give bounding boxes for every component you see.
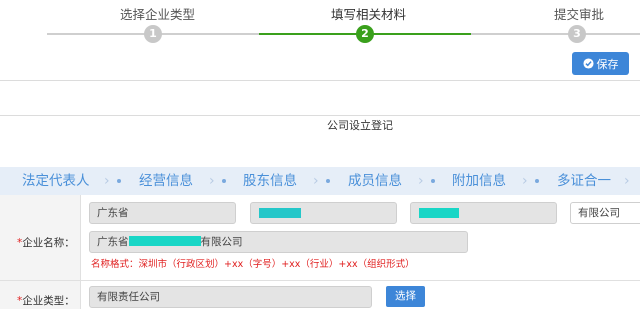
chevron-right-icon: › bbox=[624, 173, 630, 189]
org-form-field[interactable]: 有限公司 bbox=[570, 202, 640, 224]
step-3-label: 提交审批 bbox=[554, 7, 605, 22]
company-type-field[interactable]: 有限责任公司 bbox=[89, 286, 372, 308]
brand-name-field[interactable] bbox=[250, 202, 397, 224]
full-name-suffix: 有限公司 bbox=[200, 236, 243, 248]
chevron-right-icon: › bbox=[209, 173, 215, 189]
step-1-label: 选择企业类型 bbox=[120, 7, 196, 22]
dot-icon bbox=[326, 179, 330, 183]
divider bbox=[0, 80, 640, 81]
name-format-hint: 名称格式：深圳市（行政区划）+xx（字号）+xx（行业）+xx（组织形式） bbox=[91, 259, 415, 270]
chevron-right-icon: › bbox=[104, 173, 110, 189]
redaction bbox=[419, 208, 459, 218]
tab-additional-info[interactable]: 附加信息 bbox=[452, 167, 506, 195]
step-line-3 bbox=[471, 33, 640, 35]
step-1-number: 1 bbox=[144, 25, 162, 43]
full-company-name-field[interactable]: 广东省 有限公司 bbox=[89, 231, 468, 253]
tab-business-info[interactable]: 经营信息 bbox=[139, 167, 193, 195]
tab-multi-cert[interactable]: 多证合一 bbox=[557, 167, 611, 195]
dot-icon bbox=[222, 179, 226, 183]
full-name-prefix: 广东省 bbox=[97, 236, 129, 248]
check-circle-icon bbox=[582, 58, 594, 69]
page-title: 公司设立登记 bbox=[327, 119, 393, 132]
dot-icon bbox=[431, 179, 435, 183]
divider bbox=[0, 115, 640, 116]
section-tabs: 法定代表人 › 经营信息 › 股东信息 › 成员信息 › 附加信息 › 多证合一… bbox=[0, 167, 640, 195]
row-divider bbox=[0, 280, 640, 281]
tab-member-info[interactable]: 成员信息 bbox=[348, 167, 402, 195]
dot-icon bbox=[117, 179, 121, 183]
province-field[interactable]: 广东省 bbox=[89, 202, 236, 224]
step-2-number: 2 bbox=[356, 25, 374, 43]
redaction bbox=[128, 236, 201, 246]
chevron-right-icon: › bbox=[418, 173, 424, 189]
tab-legal-representative[interactable]: 法定代表人 bbox=[22, 167, 90, 195]
label-column bbox=[0, 195, 80, 309]
redaction bbox=[259, 208, 301, 218]
select-button[interactable]: 选择 bbox=[386, 286, 425, 307]
step-2-label: 填写相关材料 bbox=[331, 7, 407, 22]
save-button[interactable]: 保存 bbox=[572, 52, 629, 75]
chevron-right-icon: › bbox=[522, 173, 528, 189]
industry-field[interactable] bbox=[410, 202, 557, 224]
column-divider bbox=[80, 195, 81, 309]
tab-shareholder-info[interactable]: 股东信息 bbox=[243, 167, 297, 195]
save-button-label: 保存 bbox=[596, 57, 619, 71]
step-3-number: 3 bbox=[568, 25, 586, 43]
company-name-label: *企业名称： bbox=[17, 237, 75, 249]
company-type-label: *企业类型： bbox=[17, 295, 75, 307]
chevron-right-icon: › bbox=[313, 173, 319, 189]
dot-icon bbox=[535, 179, 539, 183]
